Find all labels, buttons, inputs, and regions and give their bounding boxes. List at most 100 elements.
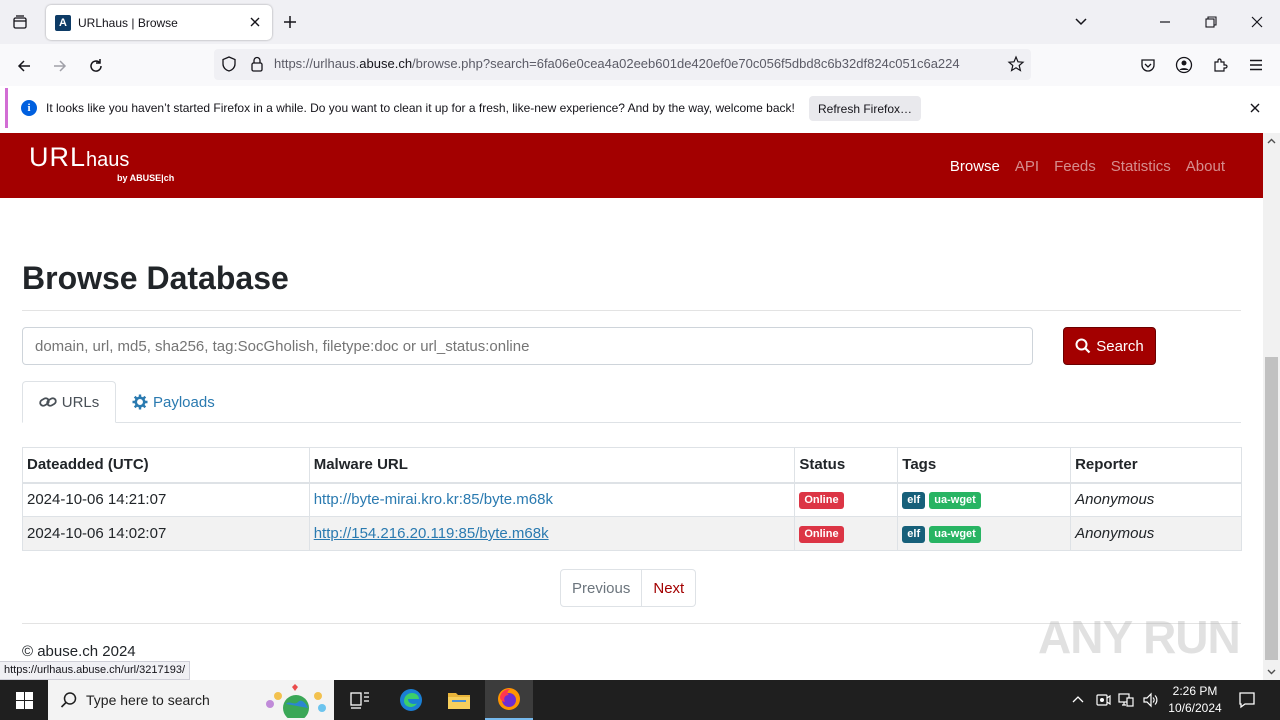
nav-api[interactable]: API bbox=[1015, 158, 1039, 175]
refresh-firefox-button[interactable]: Refresh Firefox… bbox=[809, 96, 921, 121]
windows-start-icon[interactable] bbox=[0, 680, 48, 720]
malware-url-link[interactable]: http://byte-mirai.kro.kr:85/byte.m68k bbox=[314, 491, 553, 508]
url-path: /browse.php?search=6fa06e0cea4a02eeb601d… bbox=[412, 56, 960, 71]
nav-browse[interactable]: Browse bbox=[950, 158, 1000, 175]
bookmark-star-icon[interactable] bbox=[1007, 55, 1025, 73]
cell-reporter: Anonymous bbox=[1070, 516, 1242, 551]
cell-reporter: Anonymous bbox=[1070, 482, 1242, 517]
windows-taskbar: Type here to search 2:26 PM 10/6/2024 bbox=[0, 680, 1280, 720]
browser-tab-title: URLhaus | Browse bbox=[78, 15, 178, 30]
account-icon[interactable] bbox=[1173, 54, 1195, 76]
table-row: 2024-10-06 14:21:07 http://byte-mirai.kr… bbox=[22, 482, 1242, 517]
scrollbar-thumb[interactable] bbox=[1265, 357, 1278, 660]
logo-byline: by ABUSE|ch bbox=[117, 173, 175, 183]
nav-statistics[interactable]: Statistics bbox=[1111, 158, 1171, 175]
cell-url: http://byte-mirai.kro.kr:85/byte.m68k bbox=[308, 482, 796, 517]
clock-date: 10/6/2024 bbox=[1168, 701, 1222, 715]
status-link-preview: https://urlhaus.abuse.ch/url/3217193/ bbox=[0, 661, 191, 680]
page-scrollbar[interactable] bbox=[1263, 133, 1280, 680]
lock-icon[interactable] bbox=[248, 55, 266, 73]
system-clock[interactable]: 2:26 PM 10/6/2024 bbox=[1163, 683, 1227, 717]
page-viewport: URLhaus by ABUSE|ch Browse API Feeds Sta… bbox=[0, 133, 1263, 680]
volume-icon[interactable] bbox=[1141, 691, 1159, 709]
logo-url-text: URL bbox=[29, 142, 87, 172]
search-input[interactable] bbox=[22, 327, 1033, 365]
scroll-down-icon[interactable] bbox=[1267, 667, 1276, 676]
meet-now-icon[interactable] bbox=[1094, 691, 1112, 709]
column-header-tags: Tags bbox=[897, 447, 1072, 484]
back-icon[interactable] bbox=[10, 52, 38, 80]
url-prefix: https://urlhaus. bbox=[274, 56, 360, 71]
column-header-date: Dateadded (UTC) bbox=[22, 447, 310, 484]
list-all-tabs-icon[interactable] bbox=[1069, 10, 1093, 34]
forward-icon[interactable] bbox=[46, 52, 74, 80]
search-button-label: Search bbox=[1096, 337, 1144, 355]
cell-status: Online bbox=[794, 516, 899, 551]
file-explorer-icon[interactable] bbox=[435, 680, 483, 720]
urlhaus-logo[interactable]: URLhaus bbox=[29, 142, 129, 173]
info-icon: i bbox=[21, 100, 37, 116]
search-icon bbox=[60, 692, 77, 708]
nav-feeds[interactable]: Feeds bbox=[1054, 158, 1096, 175]
nav-about[interactable]: About bbox=[1186, 158, 1225, 175]
search-icon bbox=[1075, 338, 1091, 354]
task-view-icon[interactable] bbox=[336, 680, 384, 720]
site-nav: Browse API Feeds Statistics About bbox=[950, 158, 1225, 175]
link-icon bbox=[39, 397, 57, 407]
tracking-protection-icon[interactable] bbox=[220, 55, 238, 73]
anyrun-watermark: ANY RUN bbox=[1038, 611, 1241, 663]
taskbar-search-placeholder: Type here to search bbox=[86, 692, 210, 708]
tab-payloads[interactable]: Payloads bbox=[132, 381, 215, 423]
restore-icon[interactable] bbox=[1199, 10, 1223, 34]
close-window-icon[interactable] bbox=[1245, 10, 1269, 34]
edge-icon[interactable] bbox=[387, 680, 435, 720]
column-header-reporter: Reporter bbox=[1070, 447, 1242, 484]
logo-haus-text: haus bbox=[86, 149, 130, 171]
site-header: URLhaus by ABUSE|ch Browse API Feeds Sta… bbox=[0, 133, 1263, 198]
tag-badge[interactable]: elf bbox=[902, 526, 926, 543]
cell-tags: elf ua-wget bbox=[897, 482, 1072, 517]
address-bar[interactable]: https://urlhaus.abuse.ch/browse.php?sear… bbox=[214, 49, 1031, 80]
extensions-icon[interactable] bbox=[1209, 54, 1231, 76]
tag-badge[interactable]: elf bbox=[902, 492, 926, 510]
cell-date: 2024-10-06 14:02:07 bbox=[22, 516, 310, 551]
url-text[interactable]: https://urlhaus.abuse.ch/browse.php?sear… bbox=[274, 56, 999, 71]
url-domain: abuse.ch bbox=[359, 56, 413, 71]
close-tab-icon[interactable] bbox=[247, 14, 263, 30]
page-title: Browse Database bbox=[22, 260, 289, 296]
browser-nav-bar: https://urlhaus.abuse.ch/browse.php?sear… bbox=[0, 44, 1280, 86]
tab-urls[interactable]: URLs bbox=[22, 381, 116, 423]
firefox-notification-bar: i It looks like you haven’t started Fire… bbox=[5, 88, 1275, 128]
status-badge: Online bbox=[799, 492, 844, 510]
previous-page-button[interactable]: Previous bbox=[560, 569, 643, 607]
tag-badge[interactable]: ua-wget bbox=[929, 492, 981, 510]
firefox-taskbar-icon[interactable] bbox=[485, 680, 533, 720]
malware-url-link[interactable]: http://154.216.20.119:85/byte.m68k bbox=[314, 525, 549, 542]
divider bbox=[22, 310, 1241, 311]
reload-icon[interactable] bbox=[82, 52, 110, 80]
tag-badge[interactable]: ua-wget bbox=[929, 526, 981, 543]
close-notification-icon[interactable] bbox=[1247, 100, 1263, 116]
clock-time: 2:26 PM bbox=[1172, 684, 1218, 698]
taskbar-search-box[interactable]: Type here to search bbox=[48, 680, 334, 720]
scroll-up-icon[interactable] bbox=[1267, 137, 1276, 146]
browser-tab[interactable]: A URLhaus | Browse bbox=[46, 5, 272, 40]
minimize-icon[interactable] bbox=[1153, 10, 1177, 34]
status-badge: Online bbox=[799, 526, 844, 543]
new-tab-icon[interactable] bbox=[280, 12, 300, 32]
menu-icon[interactable] bbox=[1245, 54, 1267, 76]
table-header-row: Dateadded (UTC) Malware URL Status Tags … bbox=[22, 447, 1242, 484]
search-highlight-globe-icon bbox=[266, 684, 326, 718]
cell-url: http://154.216.20.119:85/byte.m68k bbox=[308, 516, 796, 551]
next-page-button[interactable]: Next bbox=[642, 569, 697, 607]
cog-icon bbox=[132, 394, 148, 410]
search-button[interactable]: Search bbox=[1063, 327, 1156, 365]
cell-status: Online bbox=[794, 482, 899, 517]
network-icon[interactable] bbox=[1117, 691, 1135, 709]
tab-list-icon[interactable] bbox=[8, 10, 32, 34]
pocket-icon[interactable] bbox=[1137, 54, 1159, 76]
tray-overflow-icon[interactable] bbox=[1069, 691, 1087, 709]
notifications-icon[interactable] bbox=[1238, 691, 1256, 709]
urlhaus-favicon-icon: A bbox=[55, 14, 71, 31]
column-header-status: Status bbox=[794, 447, 899, 484]
